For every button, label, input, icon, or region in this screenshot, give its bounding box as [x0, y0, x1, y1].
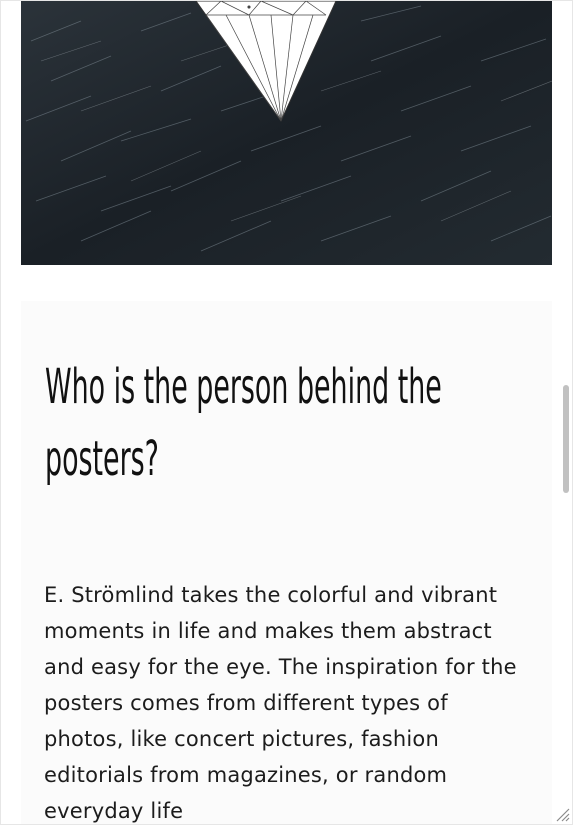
hero-image — [21, 1, 552, 265]
browser-viewport: Who is the person behind the posters? E.… — [0, 0, 573, 825]
article-heading: Who is the person behind the posters? — [45, 359, 442, 487]
article-paragraph: E. Strömlind takes the colorful and vibr… — [44, 583, 517, 823]
fur-diamond-illustration — [21, 1, 552, 265]
resize-grip-icon[interactable] — [552, 804, 570, 822]
article-panel: Who is the person behind the posters? E.… — [21, 301, 552, 824]
vertical-scrollbar-thumb[interactable] — [563, 385, 569, 493]
